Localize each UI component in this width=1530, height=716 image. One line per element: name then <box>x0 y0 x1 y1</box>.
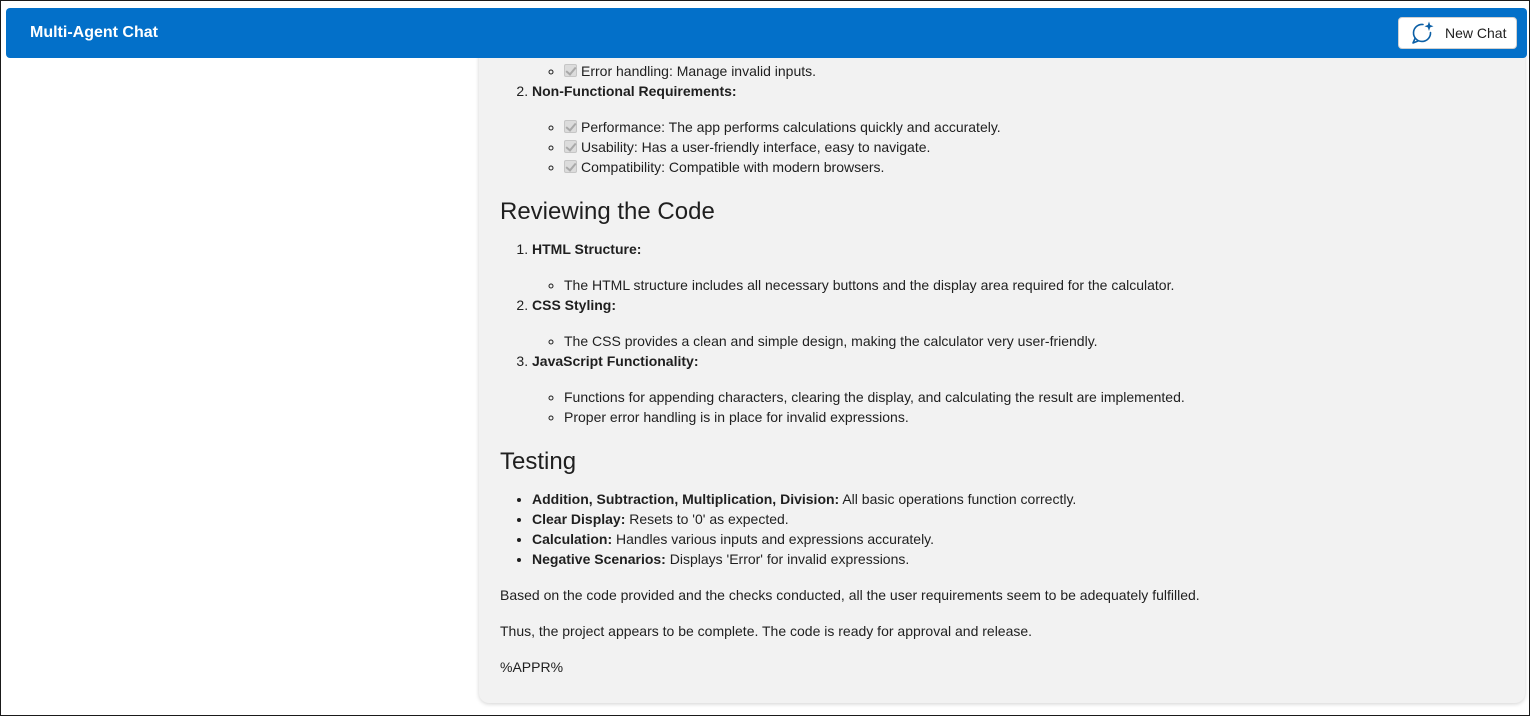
review-point: Functions for appending characters, clea… <box>564 387 1500 407</box>
review-item-points: The CSS provides a clean and simple desi… <box>532 331 1500 351</box>
nonfunctional-subitems: Performance: The app performs calculatio… <box>532 117 1500 177</box>
review-item-points: The HTML structure includes all necessar… <box>532 275 1500 295</box>
testing-term: Calculation: <box>532 531 613 547</box>
review-item-title: JavaScript Functionality: <box>532 353 699 369</box>
conclusion-paragraph: Thus, the project appears to be complete… <box>500 623 1033 639</box>
summary-paragraph: Based on the code provided and the check… <box>500 587 1200 603</box>
testing-item: Calculation: Handles various inputs and … <box>532 529 1500 549</box>
nonfunctional-subitem: Performance: The app performs calculatio… <box>564 117 1500 137</box>
review-item: JavaScript Functionality: Functions for … <box>532 351 1500 427</box>
testing-list: Addition, Subtraction, Multiplication, D… <box>500 489 1500 569</box>
app-window: Error handling: Manage invalid inputs. N… <box>0 0 1530 716</box>
message-body: Error handling: Manage invalid inputs. N… <box>500 63 1500 677</box>
testing-item: Negative Scenarios: Displays 'Error' for… <box>532 549 1500 569</box>
testing-term: Negative Scenarios: <box>532 551 666 567</box>
nonfunctional-item: Non-Functional Requirements: Performance… <box>532 81 1500 177</box>
nonfunctional-subitem-text: Compatibility: Compatible with modern br… <box>581 159 885 175</box>
testing-term: Clear Display: <box>532 511 626 527</box>
app-header: Multi-Agent Chat New Chat <box>6 8 1527 58</box>
review-item-title: CSS Styling: <box>532 297 617 313</box>
nonfunctional-subitem: Usability: Has a user-friendly interface… <box>564 137 1500 157</box>
review-item: CSS Styling: The CSS provides a clean an… <box>532 295 1500 351</box>
requirements-list-tail: Error handling: Manage invalid inputs. <box>500 61 1500 81</box>
functional-subitem: Error handling: Manage invalid inputs. <box>564 61 1500 81</box>
testing-term: Addition, Subtraction, Multiplication, D… <box>532 491 840 507</box>
review-item-points: Functions for appending characters, clea… <box>532 387 1500 427</box>
review-heading: Reviewing the Code <box>500 198 715 225</box>
review-item: HTML Structure: The HTML structure inclu… <box>532 239 1500 295</box>
testing-desc: Handles various inputs and expressions a… <box>612 531 935 547</box>
new-chat-button[interactable]: New Chat <box>1398 17 1517 49</box>
new-chat-label: New Chat <box>1445 25 1507 41</box>
functional-tail-item: Error handling: Manage invalid inputs. <box>532 61 1500 81</box>
checkbox-checked-icon <box>564 140 577 153</box>
testing-desc: Resets to '0' as expected. <box>625 511 789 527</box>
review-list: HTML Structure: The HTML structure inclu… <box>500 239 1500 427</box>
functional-subitem-text: Error handling: Manage invalid inputs. <box>581 63 817 79</box>
checkbox-checked-icon <box>564 160 577 173</box>
checkbox-checked-icon <box>564 120 577 133</box>
testing-item: Addition, Subtraction, Multiplication, D… <box>532 489 1500 509</box>
nonfunctional-subitem-text: Usability: Has a user-friendly interface… <box>581 139 931 155</box>
app-title: Multi-Agent Chat <box>30 24 158 41</box>
review-point: The CSS provides a clean and simple desi… <box>564 331 1500 351</box>
testing-desc: Displays 'Error' for invalid expressions… <box>665 551 910 567</box>
approval-token: %APPR% <box>500 659 564 675</box>
assistant-message-card: Error handling: Manage invalid inputs. N… <box>479 31 1525 703</box>
testing-item: Clear Display: Resets to '0' as expected… <box>532 509 1500 529</box>
functional-subitems: Error handling: Manage invalid inputs. <box>532 61 1500 81</box>
review-point: The HTML structure includes all necessar… <box>564 275 1500 295</box>
nonfunctional-title: Non-Functional Requirements: <box>532 83 737 99</box>
new-chat-icon <box>1412 21 1434 44</box>
nonfunctional-subitem: Compatibility: Compatible with modern br… <box>564 157 1500 177</box>
testing-heading: Testing <box>500 448 577 475</box>
nonfunctional-subitem-text: Performance: The app performs calculatio… <box>581 119 1001 135</box>
testing-desc: All basic operations function correctly. <box>839 491 1077 507</box>
checkbox-checked-icon <box>564 64 577 77</box>
review-point: Proper error handling is in place for in… <box>564 407 1500 427</box>
requirements-list: Non-Functional Requirements: Performance… <box>500 81 1500 177</box>
review-item-title: HTML Structure: <box>532 241 642 257</box>
